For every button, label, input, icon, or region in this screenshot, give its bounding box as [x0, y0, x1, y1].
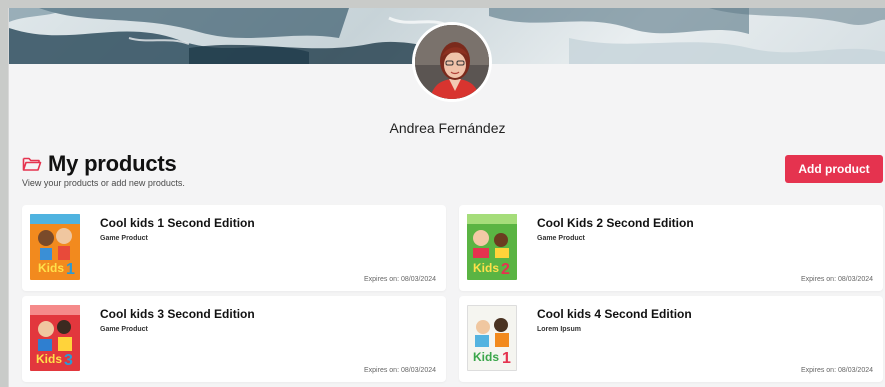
product-expiry: Expires on: 08/03/2024 [801, 276, 873, 283]
page-title: My products [48, 151, 177, 176]
product-expiry: Expires on: 08/03/2024 [801, 367, 873, 374]
add-product-button[interactable]: Add product [785, 155, 883, 183]
product-type: Game Product [537, 235, 585, 242]
product-title: Cool kids 1 Second Edition [100, 216, 255, 230]
product-title: Cool kids 3 Second Edition [100, 307, 255, 321]
svg-text:Kids: Kids [38, 261, 64, 275]
product-cover-image: Kids 1 [467, 305, 517, 371]
svg-text:1: 1 [502, 350, 511, 367]
product-card[interactable]: Kids 3 Cool kids 3 Second Edition Game P… [22, 296, 446, 382]
product-type: Game Product [100, 235, 148, 242]
section-title-row: My products [22, 151, 185, 177]
product-expiry: Expires on: 08/03/2024 [364, 367, 436, 374]
product-card[interactable]: Kids 1 Cool kids 4 Second Edition Lorem … [459, 296, 883, 382]
product-type: Game Product [100, 326, 148, 333]
profile-name: Andrea Fernández [389, 120, 506, 136]
folder-icon [22, 157, 42, 171]
svg-text:1: 1 [66, 261, 75, 278]
page-subtitle: View your products or add new products. [22, 178, 185, 188]
product-cover-image: Kids 1 [30, 214, 80, 280]
product-expiry: Expires on: 08/03/2024 [364, 276, 436, 283]
product-card[interactable]: Kids 1 Cool kids 1 Second Edition Game P… [22, 205, 446, 291]
profile-avatar[interactable] [412, 22, 492, 102]
product-type: Lorem Ipsum [537, 326, 581, 333]
product-cover-image: Kids 2 [467, 214, 517, 280]
product-title: Cool Kids 2 Second Edition [537, 216, 694, 230]
svg-text:2: 2 [501, 261, 510, 278]
product-title: Cool kids 4 Second Edition [537, 307, 692, 321]
svg-text:Kids: Kids [36, 352, 62, 366]
section-header: My products View your products or add ne… [22, 151, 185, 188]
product-cover-image: Kids 3 [30, 305, 80, 371]
app-frame: Andrea Fernández My products View your p… [8, 8, 885, 387]
svg-text:Kids: Kids [473, 261, 499, 275]
svg-text:3: 3 [64, 352, 73, 369]
product-card[interactable]: Kids 2 Cool Kids 2 Second Edition Game P… [459, 205, 883, 291]
svg-text:Kids: Kids [473, 350, 499, 364]
